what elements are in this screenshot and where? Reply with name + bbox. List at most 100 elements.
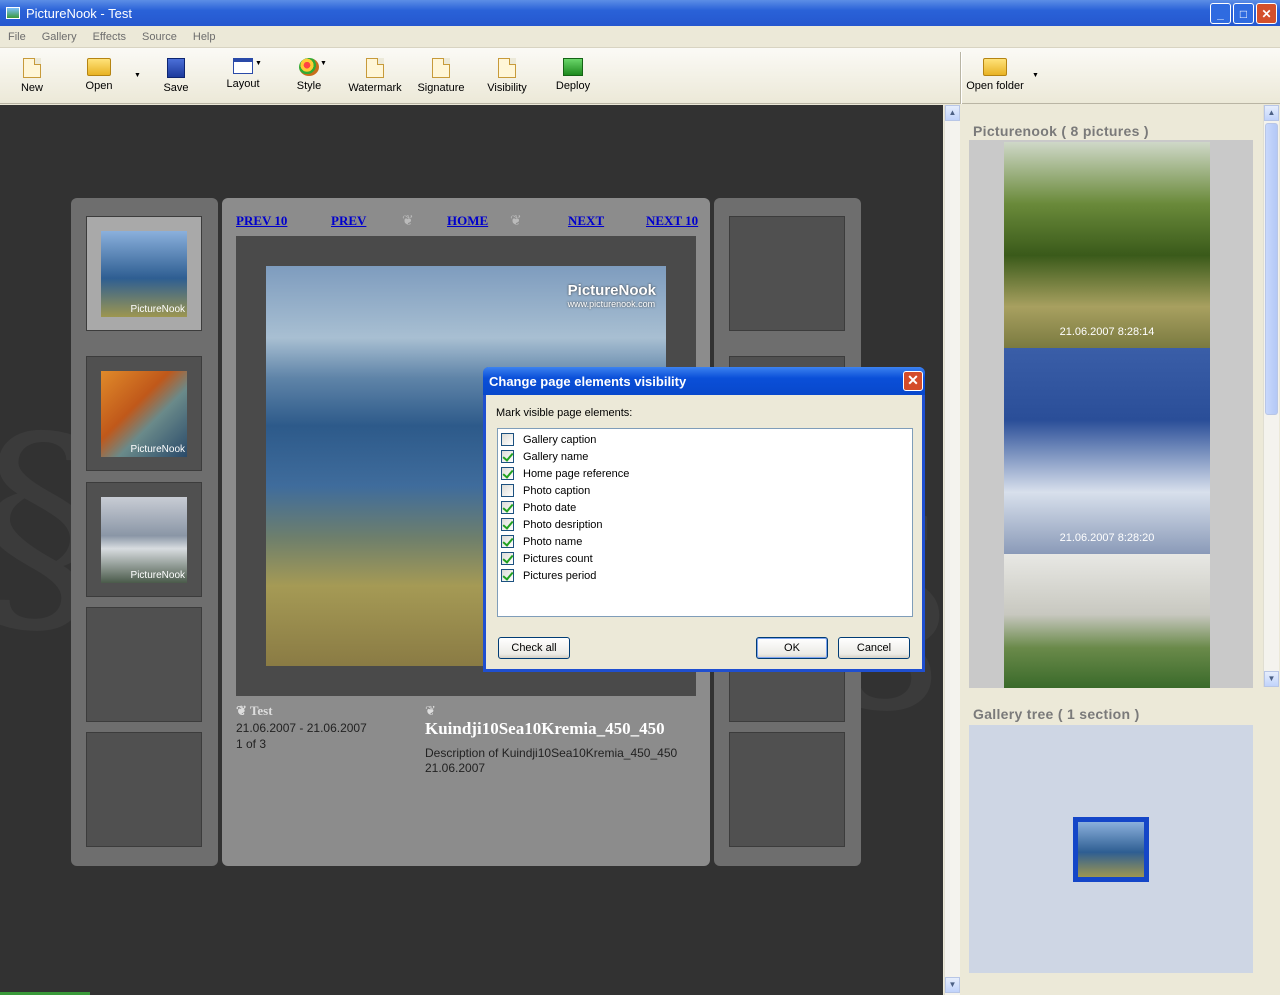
checkbox[interactable] <box>501 467 514 480</box>
ok-button[interactable]: OK <box>756 637 828 659</box>
visibility-option-label: Photo caption <box>523 484 591 497</box>
thumbnail-image: PictureNook <box>101 231 187 317</box>
close-button[interactable]: ✕ <box>1256 3 1277 24</box>
visibility-option[interactable]: Photo name <box>501 533 582 550</box>
menu-source[interactable]: Source <box>134 31 185 43</box>
visibility-checklist: Gallery caption Gallery name Home page ref… <box>497 428 913 617</box>
open-folder-dropdown-arrow-icon[interactable]: ▼ <box>1032 72 1039 79</box>
picture-thumbnail[interactable]: 21.06.2007 8:28:20 <box>1004 348 1210 554</box>
visibility-option[interactable]: Photo date <box>501 499 576 516</box>
gallery-name: ❦ Test <box>236 703 273 718</box>
photo-description: Description of Kuindji10Sea10Kremia_450_… <box>425 746 678 760</box>
deploy-button[interactable]: Deploy <box>554 58 592 92</box>
thumb-watermark: PictureNook <box>130 444 185 455</box>
cancel-button[interactable]: Cancel <box>838 637 910 659</box>
open-folder-icon <box>983 58 1007 76</box>
signature-button[interactable]: Signature <box>414 58 468 94</box>
dialog-title: Change page elements visibility <box>489 374 687 389</box>
watermark-button[interactable]: Watermark <box>346 58 404 94</box>
watermark-url: www.picturenook.com <box>567 299 656 309</box>
scrollbar-thumb[interactable] <box>1265 123 1278 415</box>
menu-file[interactable]: File <box>0 31 34 43</box>
save-button[interactable]: Save <box>162 58 190 94</box>
deploy-label: Deploy <box>555 80 591 92</box>
layout-dropdown-arrow-icon[interactable]: ▼ <box>255 60 262 67</box>
visibility-option-label: Photo date <box>523 501 577 514</box>
app-icon <box>6 7 20 19</box>
visibility-option-label: Gallery name <box>523 450 589 463</box>
checkbox[interactable] <box>501 569 514 582</box>
thumb-watermark: PictureNook <box>130 570 185 581</box>
new-label: New <box>20 82 43 94</box>
photo-watermark: PictureNook www.picturenook.com <box>568 282 656 309</box>
layout-icon <box>233 58 253 74</box>
style-dropdown-arrow-icon[interactable]: ▼ <box>320 60 327 67</box>
visibility-option[interactable]: Photo caption <box>501 482 590 499</box>
menu-help[interactable]: Help <box>185 31 224 43</box>
visibility-option[interactable]: Home page reference <box>501 465 629 482</box>
scroll-down-icon[interactable]: ▼ <box>945 977 960 993</box>
pictures-list: 21.06.2007 8:28:14 21.06.2007 8:28:20 <box>969 140 1253 688</box>
preview-scrollbar[interactable]: ▲ ▼ <box>944 105 960 995</box>
visibility-option[interactable]: Pictures period <box>501 567 596 584</box>
checkbox[interactable] <box>501 433 514 446</box>
picture-thumbnail[interactable] <box>1004 554 1210 688</box>
open-folder-button[interactable]: Open folder <box>966 58 1024 92</box>
visibility-option[interactable]: Pictures count <box>501 550 593 567</box>
checkbox[interactable] <box>501 484 514 497</box>
thumbnail-3[interactable]: PictureNook <box>86 482 202 597</box>
scroll-up-icon[interactable]: ▲ <box>1264 105 1279 121</box>
visibility-dialog: Change page elements visibility ✕ Mark v… <box>483 367 925 672</box>
visibility-button[interactable]: Visibility <box>486 58 528 94</box>
layout-label: Layout <box>226 78 260 90</box>
gallery-tree <box>969 725 1253 973</box>
visibility-option-label: Gallery caption <box>523 433 597 446</box>
gallery-tree-node[interactable] <box>1073 817 1149 882</box>
menu-effects[interactable]: Effects <box>85 31 134 43</box>
check-all-button[interactable]: Check all <box>498 637 570 659</box>
home-link[interactable]: HOME <box>447 213 488 229</box>
empty-thumbnail-slot <box>729 216 845 331</box>
visibility-option[interactable]: Gallery name <box>501 448 588 465</box>
checkbox[interactable] <box>501 518 514 531</box>
floppy-disk-icon <box>167 58 185 78</box>
ornament-icon: ❦ <box>425 703 436 718</box>
scroll-up-icon[interactable]: ▲ <box>945 105 960 121</box>
photo-date: 21.06.2007 <box>425 761 486 775</box>
empty-thumbnail-slot <box>729 732 845 847</box>
prev-link[interactable]: PREV <box>331 213 366 229</box>
save-label: Save <box>163 82 189 94</box>
open-button[interactable]: Open <box>82 58 116 92</box>
scroll-down-icon[interactable]: ▼ <box>1264 671 1279 687</box>
visibility-option[interactable]: Gallery caption <box>501 431 596 448</box>
visibility-option[interactable]: Photo desription <box>501 516 603 533</box>
dialog-title-bar: Change page elements visibility ✕ <box>483 367 925 395</box>
new-button[interactable]: New <box>18 58 46 94</box>
section-thumbnail <box>1078 822 1144 877</box>
visibility-option-label: Photo name <box>523 535 583 548</box>
checkbox[interactable] <box>501 450 514 463</box>
minimize-button[interactable]: _ <box>1210 3 1231 24</box>
visibility-label: Visibility <box>487 82 527 94</box>
checkbox[interactable] <box>501 535 514 548</box>
pictures-scrollbar[interactable]: ▲ ▼ <box>1263 105 1279 687</box>
maximize-button[interactable]: □ <box>1233 3 1254 24</box>
thumbnail-1[interactable]: PictureNook <box>86 216 202 331</box>
open-dropdown-arrow-icon[interactable]: ▼ <box>134 72 141 79</box>
deploy-icon <box>563 58 583 76</box>
folder-icon <box>87 58 111 76</box>
next10-link[interactable]: NEXT 10 <box>646 213 698 229</box>
thumbnail-2[interactable]: PictureNook <box>86 356 202 471</box>
dialog-close-icon[interactable]: ✕ <box>903 371 923 391</box>
open-label: Open <box>85 80 113 92</box>
thumb-watermark: PictureNook <box>130 304 185 315</box>
style-label: Style <box>296 80 322 92</box>
prev10-link[interactable]: PREV 10 <box>236 213 287 229</box>
next-link[interactable]: NEXT <box>568 213 604 229</box>
checkbox[interactable] <box>501 552 514 565</box>
checkbox[interactable] <box>501 501 514 514</box>
palette-icon <box>299 58 319 76</box>
menu-gallery[interactable]: Gallery <box>34 31 85 43</box>
picture-thumbnail[interactable]: 21.06.2007 8:28:14 <box>1004 142 1210 348</box>
pictures-count: 1 of 3 <box>236 737 267 751</box>
